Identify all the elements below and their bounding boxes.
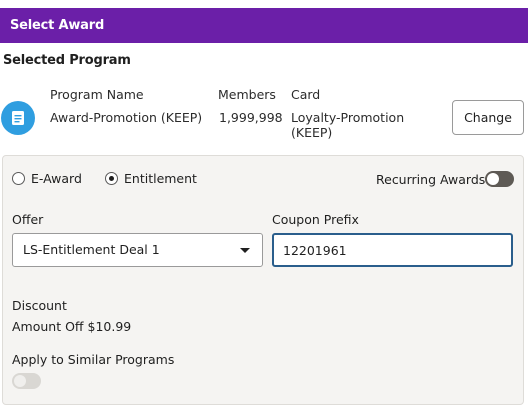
card-value-line1: Loyalty-Promotion xyxy=(291,110,405,125)
caret-down-icon xyxy=(240,248,250,253)
radio-circle-entitlement[interactable] xyxy=(105,172,118,185)
apply-similar-toggle[interactable] xyxy=(12,373,41,389)
document-icon xyxy=(1,101,35,135)
recurring-awards-label: Recurring Awards xyxy=(376,172,486,187)
toggle-knob xyxy=(487,173,499,185)
radio-label-e-award: E-Award xyxy=(31,171,82,186)
apply-similar-label: Apply to Similar Programs xyxy=(12,352,175,367)
toggle-knob xyxy=(14,375,26,387)
radio-circle-e-award[interactable] xyxy=(12,172,25,185)
card-value-line2: (KEEP) xyxy=(291,125,333,140)
dialog-header: Select Award xyxy=(0,8,528,43)
selected-program-title: Selected Program xyxy=(3,53,131,68)
radio-label-entitlement: Entitlement xyxy=(124,171,197,186)
award-settings-panel xyxy=(2,155,524,405)
radio-entitlement[interactable]: Entitlement xyxy=(105,171,197,186)
offer-selected-value: LS-Entitlement Deal 1 xyxy=(23,242,160,257)
change-button[interactable]: Change xyxy=(452,100,524,135)
recurring-awards-toggle[interactable] xyxy=(485,171,514,187)
dialog-title: Select Award xyxy=(10,18,105,33)
members-value: 1,999,998 xyxy=(219,110,283,125)
column-header-card: Card xyxy=(291,87,321,102)
card-value: Loyalty-Promotion (KEEP) xyxy=(291,110,404,140)
coupon-prefix-input[interactable] xyxy=(272,233,513,267)
discount-value: Amount Off $10.99 xyxy=(12,319,132,334)
coupon-prefix-label: Coupon Prefix xyxy=(272,212,359,227)
radio-e-award[interactable]: E-Award xyxy=(12,171,82,186)
program-name-value: Award-Promotion (KEEP) xyxy=(50,110,203,125)
discount-label: Discount xyxy=(12,298,67,313)
offer-label: Offer xyxy=(12,212,44,227)
column-header-program-name: Program Name xyxy=(50,87,144,102)
offer-select[interactable]: LS-Entitlement Deal 1 xyxy=(12,233,263,267)
column-header-members: Members xyxy=(218,87,276,102)
